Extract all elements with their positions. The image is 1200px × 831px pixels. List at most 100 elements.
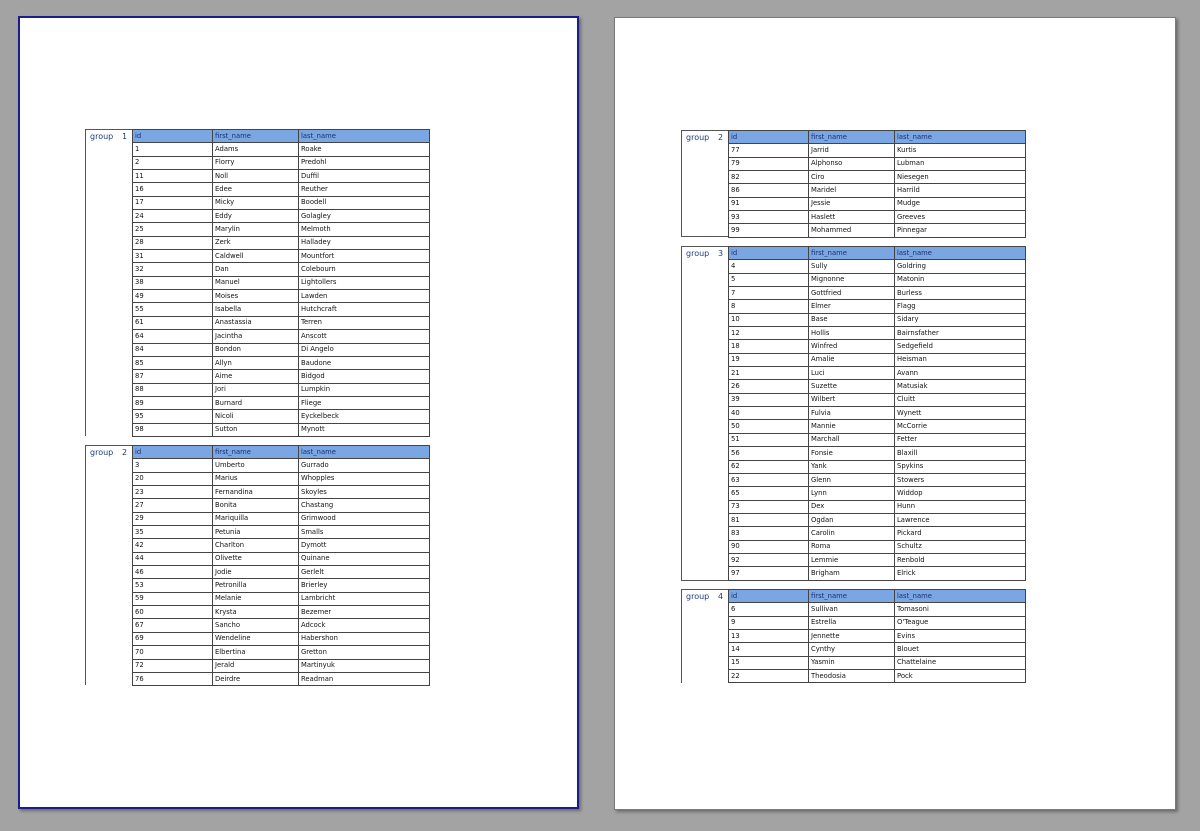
table-row: 89 Burnard Fliege <box>132 395 430 411</box>
table-row: 23 Fernandina Skoyles <box>132 485 430 500</box>
table-row: 11 Noll Duffil <box>132 169 430 184</box>
cell-last-name: Gurrado <box>298 458 430 473</box>
column-header-last-name: last_name <box>894 588 1026 604</box>
cell-first-name: Eddy <box>212 209 299 224</box>
table-row: 86 Maridel Harrild <box>728 183 1026 198</box>
header-row: id first_name last_name <box>132 444 430 460</box>
cell-last-name: McCorrie <box>894 419 1026 434</box>
cell-id: 27 <box>132 498 213 513</box>
table-row: 18 Winfred Sedgefield <box>728 339 1026 354</box>
cell-first-name: Sancho <box>212 618 299 633</box>
table-row: 79 Alphonso Lubman <box>728 156 1026 172</box>
group-value: 2 <box>122 448 128 457</box>
table-row: 38 Manuel Lightollers <box>132 275 430 291</box>
cell-id: 63 <box>728 472 809 488</box>
cell-first-name: Jennette <box>808 629 895 644</box>
table-row: 9 Estrella O'Teague <box>728 615 1026 631</box>
cell-id: 49 <box>132 289 213 304</box>
cell-id: 14 <box>728 642 809 657</box>
cell-last-name: Hunn <box>894 499 1026 514</box>
cell-last-name: Smalls <box>298 525 430 540</box>
cell-first-name: Amalie <box>808 352 895 368</box>
cell-last-name: Colebourn <box>298 262 430 277</box>
cell-first-name: Mariquilla <box>212 511 299 527</box>
cell-id: 97 <box>728 566 809 581</box>
cell-first-name: Fernandina <box>212 485 299 500</box>
cell-last-name: Fliege <box>298 395 430 411</box>
table-row: 81 Ogdan Lawrence <box>728 512 1026 528</box>
cell-first-name: Carolin <box>808 526 895 541</box>
column-header-last-name: last_name <box>894 245 1026 261</box>
table-row: 59 Melanie Lambricht <box>132 591 430 607</box>
cell-id: 5 <box>728 272 809 288</box>
table-row: 93 Haslett Greeves <box>728 210 1026 225</box>
table-row: 31 Caldwell Mountfort <box>132 249 430 264</box>
cell-last-name: Bairnsfather <box>894 326 1026 341</box>
cell-last-name: Anscott <box>298 329 430 344</box>
cell-last-name: Tomasoni <box>894 602 1026 617</box>
group-label: group 2 <box>85 445 132 685</box>
cell-id: 98 <box>132 422 213 437</box>
cell-id: 73 <box>728 499 809 514</box>
cell-last-name: Readman <box>298 671 430 687</box>
table-row: 61 Anastassia Terren <box>132 315 430 331</box>
group-label-text: group <box>686 249 710 258</box>
cell-id: 91 <box>728 196 809 212</box>
page-2: group 2 id first_name last_name 77 Jarrid Kur… <box>614 17 1176 810</box>
cell-first-name: Noll <box>212 169 299 184</box>
table-row: 87 Aime Bidgod <box>132 369 430 384</box>
cell-id: 53 <box>132 578 213 593</box>
cell-first-name: Aime <box>212 369 299 384</box>
group-table: id first_name last_name 3 Umberto Gurrado 20 Ma… <box>132 444 430 687</box>
column-header-id: id <box>132 128 213 144</box>
cell-id: 42 <box>132 538 213 553</box>
cell-first-name: Jacintha <box>212 329 299 344</box>
cell-first-name: Winfred <box>808 339 895 354</box>
cell-first-name: Moises <box>212 289 299 304</box>
table-row: 88 Jori Lumpkin <box>132 382 430 397</box>
cell-last-name: Mudge <box>894 196 1026 212</box>
cell-last-name: Harrild <box>894 183 1026 198</box>
cell-first-name: Theodosia <box>808 669 895 684</box>
cell-first-name: Petunia <box>212 525 299 540</box>
cell-id: 12 <box>728 326 809 341</box>
cell-id: 90 <box>728 539 809 554</box>
cell-first-name: Elbertina <box>212 645 299 660</box>
cell-id: 83 <box>728 526 809 541</box>
cell-id: 39 <box>728 392 809 408</box>
cell-first-name: Caldwell <box>212 249 299 264</box>
cell-first-name: Jerald <box>212 658 299 673</box>
cell-id: 77 <box>728 143 809 158</box>
table-row: 13 Jennette Evins <box>728 629 1026 644</box>
cell-id: 4 <box>728 259 809 274</box>
cell-last-name: Reuther <box>298 182 430 197</box>
table-row: 42 Charlton Dymott <box>132 538 430 553</box>
cell-first-name: Sutton <box>212 422 299 437</box>
cell-last-name: Gerlelt <box>298 565 430 580</box>
cell-last-name: Flagg <box>894 299 1026 314</box>
header-row: id first_name last_name <box>728 588 1026 604</box>
cell-last-name: Pinnegar <box>894 223 1026 238</box>
group-label: group 4 <box>681 589 728 683</box>
cell-first-name: Mignonne <box>808 272 895 288</box>
cell-last-name: Grimwood <box>298 511 430 527</box>
cell-id: 6 <box>728 602 809 617</box>
cell-first-name: Umberto <box>212 458 299 473</box>
cell-first-name: Edee <box>212 182 299 197</box>
cell-first-name: Cynthy <box>808 642 895 657</box>
cell-id: 38 <box>132 275 213 291</box>
cell-id: 95 <box>132 409 213 424</box>
cell-first-name: Fonsie <box>808 446 895 461</box>
group-label: group 2 <box>681 130 728 237</box>
cell-first-name: Sully <box>808 259 895 274</box>
cell-id: 89 <box>132 395 213 411</box>
table-row: 77 Jarrid Kurtis <box>728 143 1026 158</box>
cell-first-name: Wendeline <box>212 631 299 647</box>
group-label: group 1 <box>85 129 132 436</box>
cell-last-name: Heisman <box>894 352 1026 368</box>
table-row: 15 Yasmin Chattelaine <box>728 655 1026 671</box>
column-header-id: id <box>728 245 809 261</box>
group-value: 3 <box>718 249 724 258</box>
cell-first-name: Nicoli <box>212 409 299 424</box>
cell-id: 9 <box>728 615 809 631</box>
